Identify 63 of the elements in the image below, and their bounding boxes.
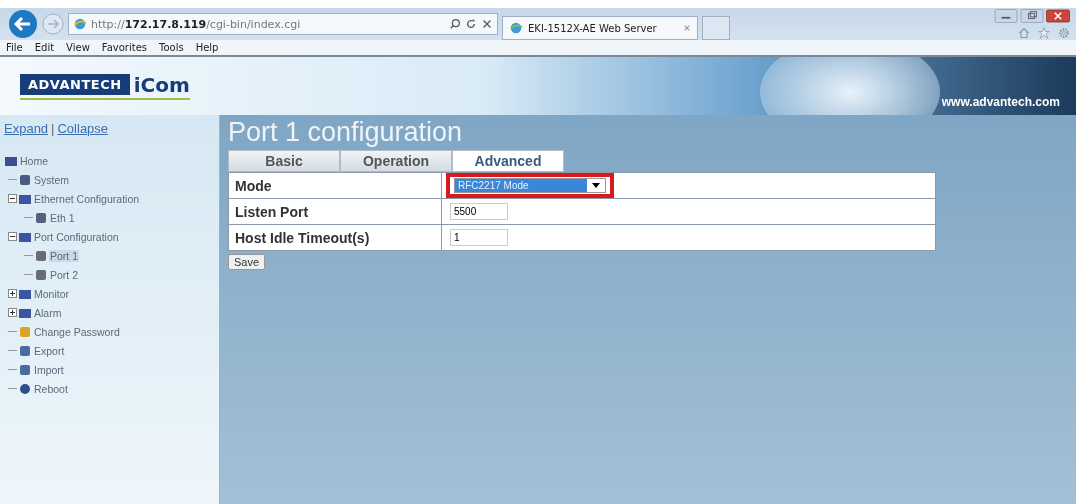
page-title: Port 1 configuration — [228, 117, 464, 148]
node-icon — [34, 210, 48, 225]
input-field[interactable]: 1 — [450, 229, 508, 246]
node-icon — [34, 248, 48, 263]
expand-icon[interactable] — [8, 308, 17, 317]
stop-icon[interactable] — [481, 18, 493, 30]
back-icon[interactable] — [8, 9, 38, 39]
tree-item[interactable]: Eth 1 — [49, 211, 76, 224]
tree-item[interactable]: Ethernet Configuration — [33, 192, 141, 205]
minimize-icon[interactable] — [994, 9, 1018, 23]
tab-title: EKI-1512X-AE Web Server — [528, 22, 658, 34]
mode-dropdown[interactable]: RFC2217 Mode — [454, 178, 606, 193]
tab[interactable]: Advanced — [452, 150, 564, 172]
logo-product: iCom — [133, 72, 190, 97]
menu-item[interactable]: Edit — [34, 42, 55, 53]
menu-item[interactable]: Tools — [159, 42, 184, 53]
expand-link[interactable]: Expand — [4, 121, 49, 136]
address-bar[interactable]: http://172.17.8.119/cgi-bin/index.cgi — [68, 13, 498, 35]
power-icon — [18, 381, 32, 396]
field-label: Listen Port — [228, 198, 442, 225]
field-label: Mode — [228, 172, 442, 199]
restore-icon[interactable] — [1020, 9, 1044, 23]
logo-brand: ADVANTECH — [20, 74, 130, 95]
caret-icon — [592, 183, 600, 188]
globe-icon — [509, 21, 523, 35]
expand-icon[interactable] — [8, 289, 17, 298]
tree-item[interactable]: Port Configuration — [33, 230, 120, 243]
browser-tab[interactable]: EKI-1512X-AE Web Server — [502, 16, 698, 40]
search-icon[interactable] — [449, 18, 461, 30]
collapse-icon[interactable] — [8, 194, 17, 203]
tab[interactable]: Basic — [228, 150, 340, 172]
collapse-icon[interactable] — [8, 232, 17, 241]
tree-item[interactable]: System — [33, 173, 70, 186]
close-icon[interactable] — [1046, 9, 1070, 23]
input-field[interactable]: 5500 — [450, 203, 508, 220]
tree-item[interactable]: Export — [33, 344, 66, 357]
menu-item[interactable]: Help — [195, 42, 219, 53]
tree-item[interactable]: Reboot — [33, 382, 69, 395]
star-icon[interactable] — [1038, 27, 1050, 39]
node-icon — [18, 343, 32, 358]
node-icon — [18, 172, 32, 187]
menu-item[interactable]: File — [6, 42, 23, 53]
node-icon — [18, 362, 32, 377]
website-text: www.advantech.com — [941, 95, 1060, 109]
node-icon — [18, 324, 32, 339]
tree-item[interactable]: Alarm — [33, 306, 63, 319]
url-text: http://172.17.8.119/cgi-bin/index.cgi — [91, 17, 302, 31]
save-button[interactable]: Save — [228, 254, 266, 270]
collapse-link[interactable]: Collapse — [57, 121, 109, 136]
menu-item[interactable]: View — [66, 42, 90, 53]
separator-text: | — [51, 121, 55, 136]
tree-item[interactable]: Change Password — [33, 325, 121, 338]
tree-item[interactable]: Import — [33, 363, 65, 376]
field-label: Host Idle Timeout(s) — [228, 224, 442, 251]
tab[interactable]: Operation — [340, 150, 452, 172]
tree-item[interactable]: Home — [19, 154, 49, 167]
node-icon — [34, 267, 48, 282]
tree-item[interactable]: Monitor — [33, 287, 70, 300]
tree-item[interactable]: Port 2 — [49, 268, 79, 281]
globe-icon — [73, 17, 87, 31]
tree-item[interactable]: Port 1 — [49, 249, 79, 262]
refresh-icon[interactable] — [465, 18, 477, 30]
menu-item[interactable]: Favorites — [101, 42, 147, 53]
